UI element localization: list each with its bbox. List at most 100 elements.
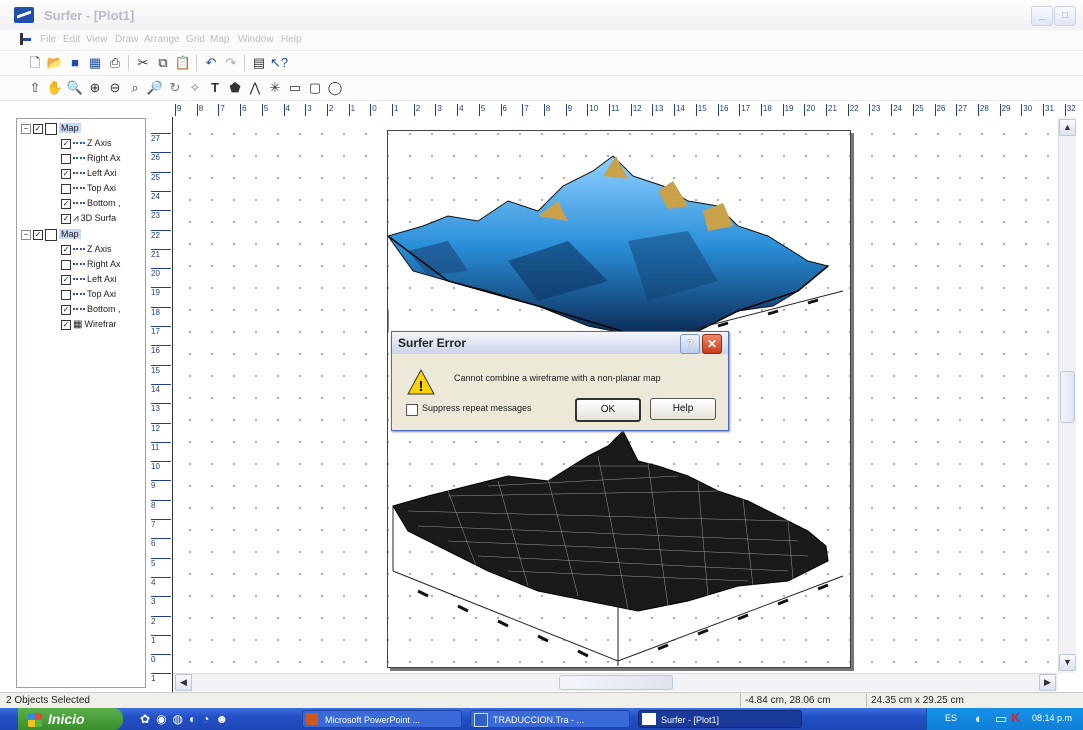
dialog-help-button[interactable]: ? bbox=[680, 334, 700, 354]
tree-node-surface[interactable]: ✓ ⩘ 3D Surfa bbox=[61, 213, 116, 227]
maximize-button[interactable]: □ bbox=[1054, 6, 1076, 26]
scroll-right-button[interactable]: ▶ bbox=[1039, 674, 1056, 691]
quick-launch-icon[interactable]: ✿ bbox=[140, 712, 156, 726]
taskbar-item-surfer[interactable]: Surfer - [Plot1] bbox=[638, 710, 802, 728]
suppress-checkbox[interactable] bbox=[406, 404, 418, 416]
tree-node-axis[interactable]: ✓ Bottom , bbox=[61, 198, 121, 212]
menu-view[interactable]: View bbox=[86, 34, 108, 45]
zoom-rect-icon[interactable]: 🔍 bbox=[66, 79, 84, 97]
rectangle-icon[interactable]: ▭ bbox=[286, 79, 304, 97]
tree-node-wireframe[interactable]: ✓ ▦ Wirefrar bbox=[61, 319, 116, 333]
checkbox-unchecked[interactable] bbox=[61, 183, 71, 194]
collapse-icon[interactable]: − bbox=[21, 124, 31, 134]
tree-node-axis[interactable]: ✓ Left Axi bbox=[61, 168, 117, 182]
tree-node-axis[interactable]: ✓ Z Axis bbox=[61, 244, 112, 258]
context-help-icon[interactable]: ↖? bbox=[270, 54, 288, 72]
language-indicator[interactable]: ES bbox=[945, 713, 957, 723]
tree-node-axis[interactable]: Right Ax bbox=[61, 153, 121, 167]
quick-launch-icon[interactable]: ◍ bbox=[173, 712, 189, 726]
tree-node-axis[interactable]: ✓ Left Axi bbox=[61, 274, 117, 288]
open-icon[interactable]: 📂 bbox=[46, 54, 64, 72]
menu-file[interactable]: File bbox=[40, 34, 56, 45]
surface-3d-plot[interactable] bbox=[388, 155, 844, 347]
tree-node-axis[interactable]: Top Axi bbox=[61, 183, 116, 197]
checkbox-checked[interactable]: ✓ bbox=[61, 274, 71, 285]
checkbox-unchecked[interactable] bbox=[61, 153, 71, 164]
vertical-scrollbar[interactable]: ▲ ▼ bbox=[1058, 117, 1076, 673]
start-button[interactable]: Inicio bbox=[18, 708, 123, 730]
network-icon[interactable]: ◐ bbox=[975, 711, 983, 726]
redo-icon[interactable]: ↷ bbox=[222, 54, 240, 72]
menu-grid[interactable]: Grid bbox=[186, 34, 205, 45]
print-icon[interactable]: ⎙ bbox=[106, 54, 124, 72]
antivirus-icon[interactable]: K bbox=[1011, 710, 1020, 725]
help-button[interactable]: Help bbox=[650, 398, 716, 420]
pan-hand-icon[interactable]: ✋ bbox=[46, 79, 64, 97]
checkbox-checked[interactable]: ✓ bbox=[61, 213, 71, 224]
dialog-close-button[interactable]: ✕ bbox=[702, 334, 722, 354]
scroll-down-button[interactable]: ▼ bbox=[1059, 654, 1076, 671]
tree-node-axis[interactable]: ✓ Bottom , bbox=[61, 304, 121, 318]
menu-draw[interactable]: Draw bbox=[115, 34, 138, 45]
checkbox-checked[interactable]: ✓ bbox=[61, 168, 71, 179]
menu-arrange[interactable]: Arrange bbox=[144, 34, 180, 45]
menu-edit[interactable]: Edit bbox=[63, 34, 80, 45]
new-icon[interactable]: 🗋 bbox=[26, 54, 44, 72]
tree-node-axis[interactable]: Top Axi bbox=[61, 289, 116, 303]
polygon-icon[interactable]: ⬟ bbox=[226, 79, 244, 97]
quick-launch-icon[interactable]: ◔ bbox=[202, 712, 215, 726]
horizontal-scrollbar[interactable]: ◀ ▶ bbox=[173, 673, 1058, 691]
horizontal-scroll-thumb[interactable] bbox=[559, 675, 673, 690]
save-icon[interactable]: ■ bbox=[66, 54, 84, 72]
checkbox-unchecked[interactable] bbox=[61, 259, 71, 270]
checkbox-checked[interactable]: ✓ bbox=[61, 198, 71, 209]
polyline-icon[interactable]: ⋀ bbox=[246, 79, 264, 97]
taskbar-item-powerpoint[interactable]: Microsoft PowerPoint ... bbox=[302, 710, 462, 728]
tree-node-map[interactable]: − ✓ Map bbox=[21, 229, 81, 243]
taskbar-item-traduccion[interactable]: TRADUCCION.Tra - ... bbox=[470, 710, 630, 728]
menu-window[interactable]: Window bbox=[238, 34, 274, 45]
quick-launch-icon[interactable]: ◐ bbox=[189, 712, 202, 726]
checkbox-checked[interactable]: ✓ bbox=[61, 244, 71, 255]
checkbox-checked[interactable]: ✓ bbox=[61, 319, 71, 330]
worksheet-icon[interactable]: ▦ bbox=[86, 54, 104, 72]
symbol-icon[interactable]: ✳ bbox=[266, 79, 284, 97]
checkbox-checked[interactable]: ✓ bbox=[61, 138, 71, 149]
ok-button[interactable]: OK bbox=[575, 398, 641, 422]
undo-icon[interactable]: ↶ bbox=[202, 54, 220, 72]
checkbox-checked[interactable]: ✓ bbox=[33, 230, 43, 240]
ellipse-icon[interactable]: ◯ bbox=[326, 79, 344, 97]
rotate-icon[interactable]: ↻ bbox=[166, 79, 184, 97]
ie-icon[interactable]: ◉ bbox=[156, 712, 172, 726]
tree-node-axis[interactable]: Right Ax bbox=[61, 259, 121, 273]
collapse-icon[interactable]: − bbox=[21, 230, 31, 240]
minimize-button[interactable]: _ bbox=[1031, 6, 1053, 26]
rounded-rect-icon[interactable]: ▢ bbox=[306, 79, 324, 97]
zoom-fit-icon[interactable]: 🔎 bbox=[146, 79, 164, 97]
checkbox-unchecked[interactable] bbox=[61, 289, 71, 300]
zoom-out-icon[interactable]: ⊖ bbox=[106, 79, 124, 97]
zoom-in-icon[interactable]: ⊕ bbox=[86, 79, 104, 97]
clock[interactable]: 08:14 p.m bbox=[1032, 713, 1072, 723]
paste-icon[interactable]: 📋 bbox=[174, 54, 192, 72]
menu-help[interactable]: Help bbox=[281, 34, 302, 45]
select-arrow-icon[interactable]: ⇧ bbox=[26, 79, 44, 97]
object-manager-icon[interactable]: ▤ bbox=[250, 54, 268, 72]
quick-launch-icon[interactable]: ☻ bbox=[216, 712, 235, 726]
checkbox-checked[interactable]: ✓ bbox=[33, 124, 43, 134]
checkbox-checked[interactable]: ✓ bbox=[61, 304, 71, 315]
tree-node-map[interactable]: − ✓ Map bbox=[21, 123, 81, 137]
quick-launch[interactable]: ✿◉◍◐◔☻ bbox=[140, 712, 234, 726]
zoom-page-icon[interactable]: ⌕ bbox=[126, 79, 144, 97]
vertical-scroll-thumb[interactable] bbox=[1060, 371, 1075, 423]
cut-icon[interactable]: ✂ bbox=[134, 54, 152, 72]
copy-icon[interactable]: ⧉ bbox=[154, 54, 172, 72]
tree-node-axis[interactable]: ✓ Z Axis bbox=[61, 138, 112, 152]
wireframe-plot[interactable] bbox=[392, 430, 844, 666]
text-tool-icon[interactable]: T bbox=[206, 79, 224, 97]
scroll-up-button[interactable]: ▲ bbox=[1059, 119, 1076, 136]
monitor-icon[interactable]: ▭ bbox=[995, 711, 1007, 727]
menu-map[interactable]: Map bbox=[210, 34, 229, 45]
reshape-icon[interactable]: ✧ bbox=[186, 79, 204, 97]
scroll-left-button[interactable]: ◀ bbox=[175, 674, 192, 691]
